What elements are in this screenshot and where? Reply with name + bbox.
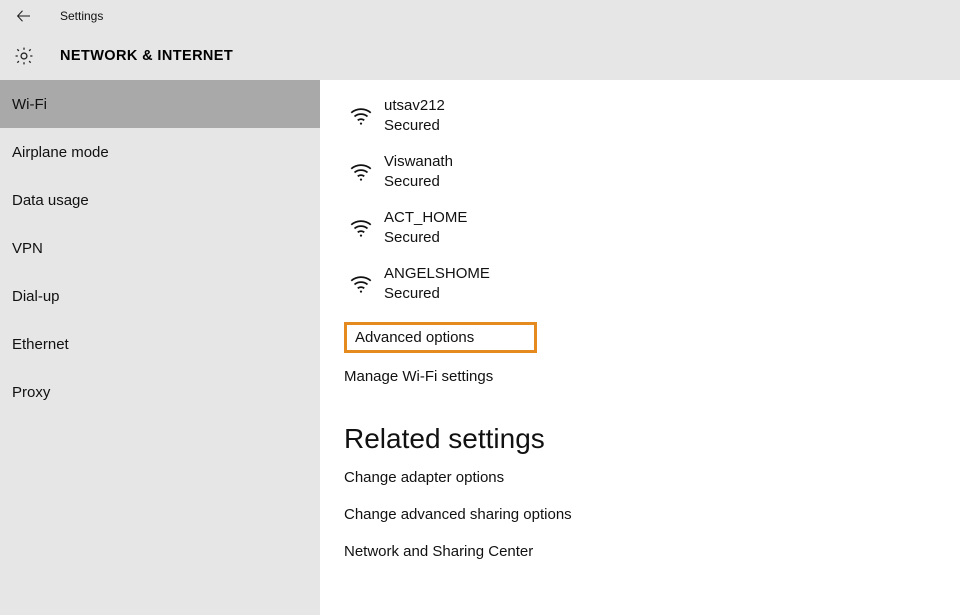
- arrow-left-icon: [15, 7, 33, 25]
- change-adapter-options-link[interactable]: Change adapter options: [344, 469, 960, 486]
- sidebar-item-label: Proxy: [12, 384, 50, 401]
- sidebar-item-label: VPN: [12, 240, 43, 257]
- sidebar-item-label: Ethernet: [12, 336, 69, 353]
- wifi-icon: [344, 159, 378, 185]
- wifi-status: Secured: [384, 116, 445, 136]
- wifi-status: Secured: [384, 172, 453, 192]
- sidebar: Wi-Fi Airplane mode Data usage VPN Dial-…: [0, 80, 320, 615]
- window-title: Settings: [60, 9, 103, 23]
- header: NETWORK & INTERNET: [0, 32, 960, 80]
- titlebar: Settings: [0, 0, 960, 32]
- sidebar-item-vpn[interactable]: VPN: [0, 224, 320, 272]
- sidebar-item-label: Dial-up: [12, 288, 60, 305]
- sidebar-item-label: Wi-Fi: [12, 96, 47, 113]
- change-advanced-sharing-link[interactable]: Change advanced sharing options: [344, 506, 960, 523]
- wifi-icon: [344, 215, 378, 241]
- section-title: NETWORK & INTERNET: [60, 48, 233, 64]
- wifi-ssid: Viswanath: [384, 152, 453, 172]
- wifi-status: Secured: [384, 228, 467, 248]
- network-and-sharing-center-link[interactable]: Network and Sharing Center: [344, 543, 960, 560]
- manage-wifi-settings-link[interactable]: Manage Wi-Fi settings: [344, 368, 493, 385]
- sidebar-item-dialup[interactable]: Dial-up: [0, 272, 320, 320]
- related-settings-heading: Related settings: [344, 423, 960, 455]
- advanced-options-link[interactable]: Advanced options: [355, 329, 474, 346]
- back-button[interactable]: [10, 2, 38, 30]
- wifi-status: Secured: [384, 284, 490, 304]
- sidebar-item-proxy[interactable]: Proxy: [0, 368, 320, 416]
- wifi-ssid: ANGELSHOME: [384, 264, 490, 284]
- sidebar-item-label: Data usage: [12, 192, 89, 209]
- wifi-ssid: utsav212: [384, 96, 445, 116]
- wifi-network-item[interactable]: utsav212 Secured: [344, 88, 960, 144]
- main-panel: utsav212 Secured Viswanath Secured A: [320, 80, 960, 615]
- wifi-network-item[interactable]: ACT_HOME Secured: [344, 200, 960, 256]
- sidebar-item-wifi[interactable]: Wi-Fi: [0, 80, 320, 128]
- wifi-network-item[interactable]: ANGELSHOME Secured: [344, 256, 960, 312]
- sidebar-item-ethernet[interactable]: Ethernet: [0, 320, 320, 368]
- sidebar-item-label: Airplane mode: [12, 144, 109, 161]
- gear-icon: [10, 42, 38, 70]
- sidebar-item-data-usage[interactable]: Data usage: [0, 176, 320, 224]
- wifi-ssid: ACT_HOME: [384, 208, 467, 228]
- wifi-icon: [344, 271, 378, 297]
- advanced-options-highlight: Advanced options: [344, 322, 537, 353]
- wifi-network-item[interactable]: Viswanath Secured: [344, 144, 960, 200]
- wifi-icon: [344, 103, 378, 129]
- sidebar-item-airplane[interactable]: Airplane mode: [0, 128, 320, 176]
